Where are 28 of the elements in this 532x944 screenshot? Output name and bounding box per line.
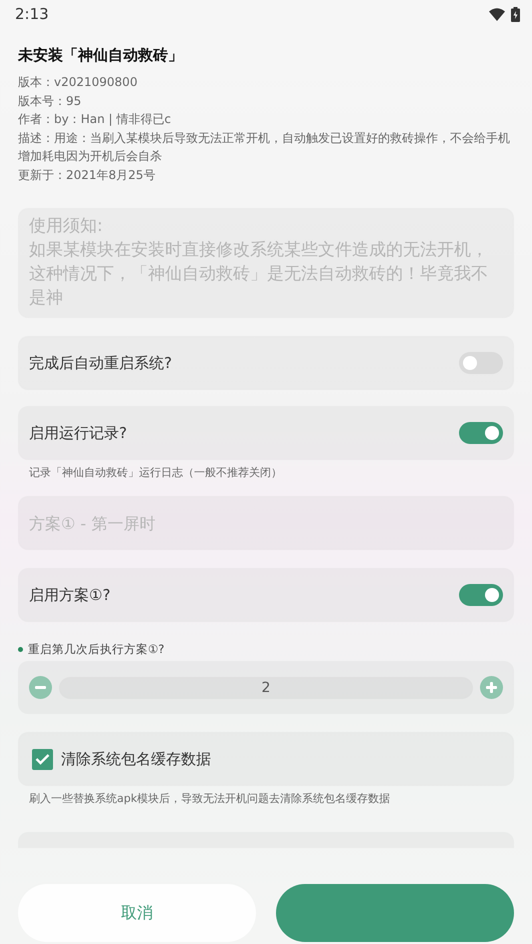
check-icon xyxy=(35,753,50,765)
status-time: 2:13 xyxy=(15,5,49,23)
setting-label: 清除系统包名缓存数据 xyxy=(61,750,211,768)
toggle-switch[interactable] xyxy=(459,584,503,606)
page-title: 未安装「神仙自动救砖」 xyxy=(18,46,184,65)
info-line: 版本号：95 xyxy=(18,92,82,110)
info-line: 版本：v2021090800 xyxy=(18,74,138,91)
bullet-icon xyxy=(18,647,23,652)
cancel-button[interactable]: 取消 xyxy=(18,884,256,942)
stepper-label: 重启第几次后执行方案①? xyxy=(28,642,164,657)
setting-note: 记录「神仙自动救砖」运行日志（一般不推荐关闭） xyxy=(28,465,283,480)
plus-button[interactable] xyxy=(480,676,503,699)
setting-label: 启用运行记录? xyxy=(29,424,127,442)
wifi-icon xyxy=(489,8,505,20)
info-line: 描述：用途：当刷入某模块后导致无法正常开机，自动触发已设置好的救砖操作，不会给手机增加耗电因为开机后会自杀 xyxy=(18,130,511,165)
setting-label: 启用方案①? xyxy=(29,586,110,604)
toggle-switch[interactable] xyxy=(459,352,503,374)
minus-icon xyxy=(35,686,46,689)
plus-icon xyxy=(486,682,497,693)
toggle-switch[interactable] xyxy=(459,422,503,444)
stepper-value[interactable]: 2 xyxy=(59,676,473,698)
setting-label: 完成后自动重启系统? xyxy=(29,354,172,372)
setting-note: 刷入一些替换系统apk模块后，导致无法开机问题去清除系统包名缓存数据 xyxy=(28,791,392,806)
info-line: 更新于：2021年8月25号 xyxy=(18,166,156,184)
minus-button[interactable] xyxy=(29,676,52,699)
battery-icon xyxy=(511,6,520,22)
checkbox[interactable] xyxy=(32,748,53,770)
info-line: 作者：by：Han | 情非得已c xyxy=(18,111,172,128)
